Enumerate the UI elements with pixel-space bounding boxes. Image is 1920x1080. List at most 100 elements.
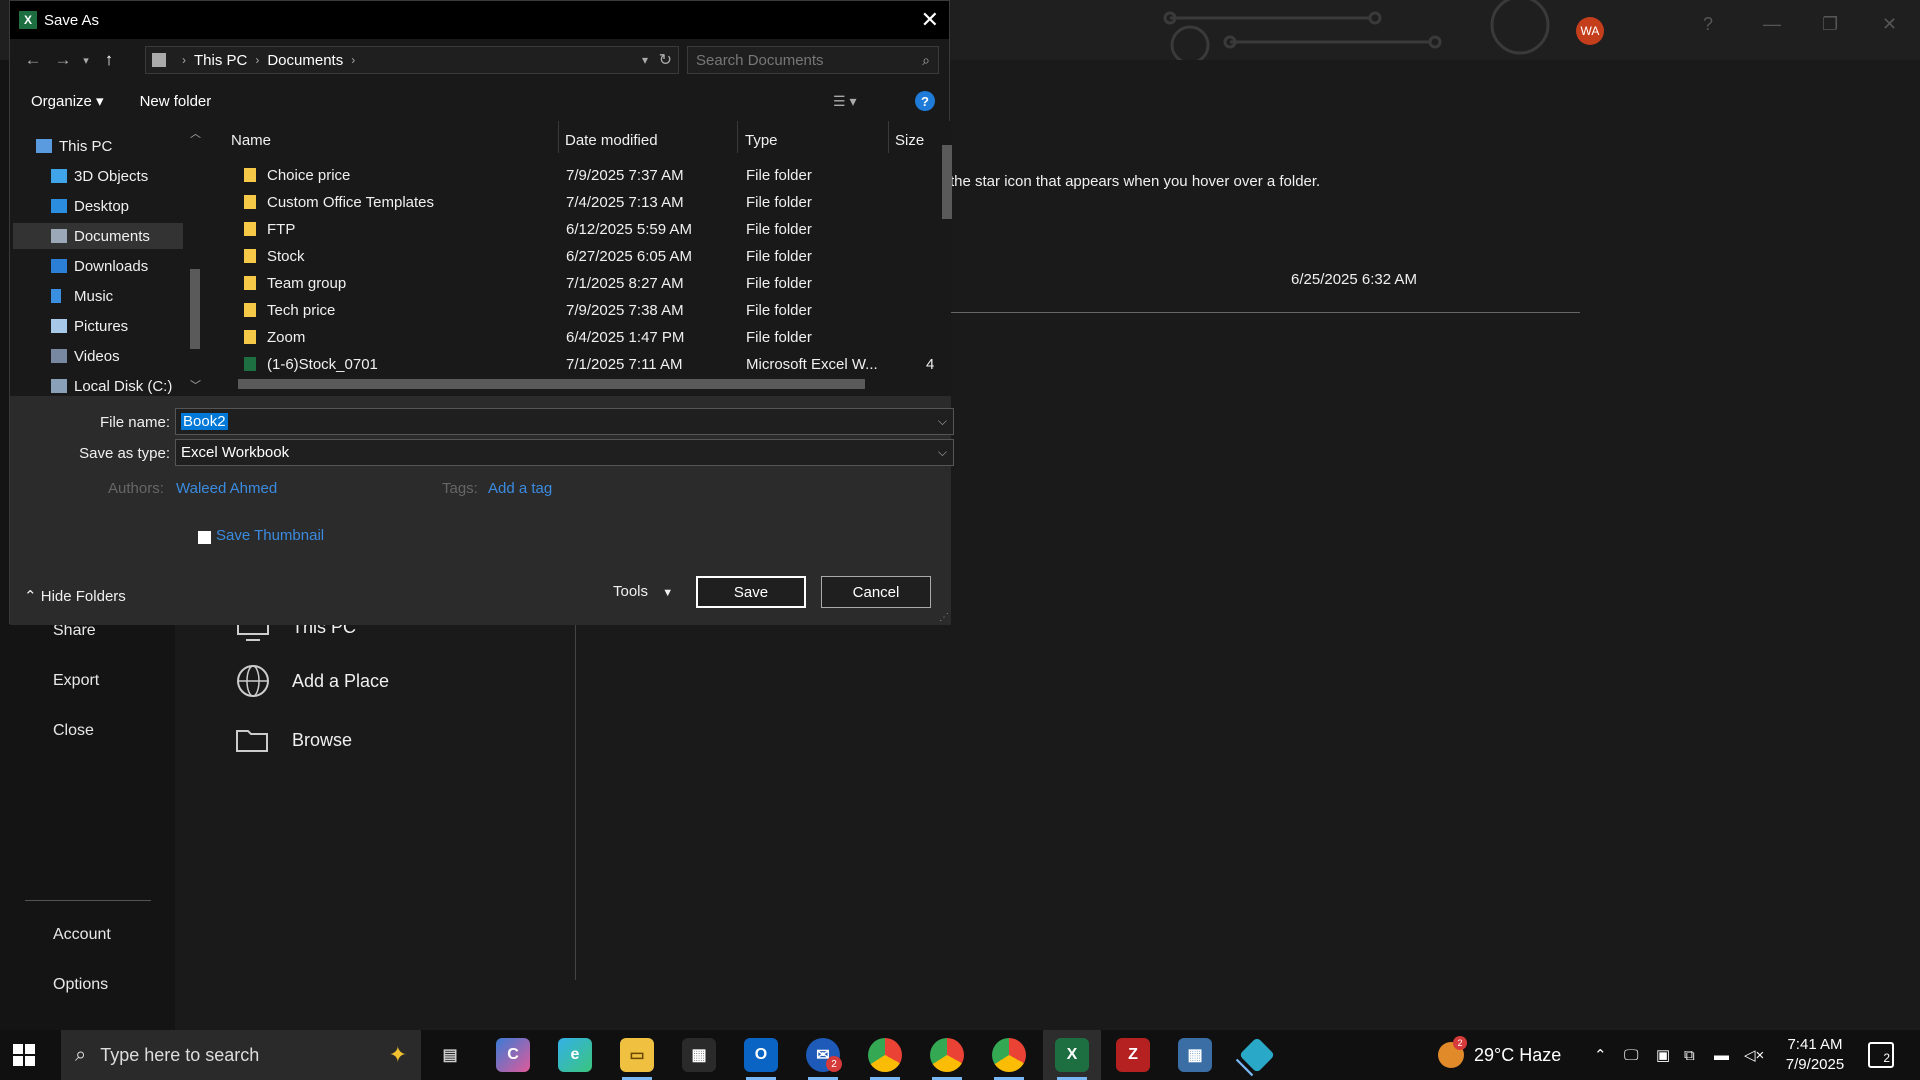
- clock[interactable]: 7:41 AM 7/9/2025: [1770, 1035, 1860, 1075]
- resize-grip-icon[interactable]: ⋰: [939, 612, 949, 623]
- copilot-icon[interactable]: C: [496, 1038, 530, 1072]
- forward-icon[interactable]: →: [48, 50, 78, 70]
- authors-value[interactable]: Waleed Ahmed: [176, 480, 277, 497]
- recent-locations-icon[interactable]: ▾: [78, 54, 94, 67]
- network-icon[interactable]: 🖵: [1624, 1030, 1638, 1080]
- file-row[interactable]: Zoom 6/4/2025 1:47 PM File folder: [216, 324, 936, 351]
- column-header-name[interactable]: Name: [231, 121, 271, 159]
- tools-button[interactable]: Tools ▼: [613, 583, 673, 600]
- display-icon[interactable]: ⧉: [1684, 1030, 1695, 1080]
- nav-scrollbar[interactable]: ︿ ﹀: [186, 121, 202, 393]
- edge-icon[interactable]: e: [558, 1038, 592, 1072]
- address-bar[interactable]: › This PC › Documents › ▾ ↻: [145, 46, 679, 74]
- search-input[interactable]: [696, 51, 896, 69]
- chevron-down-icon[interactable]: ⌵: [938, 445, 947, 460]
- scrollbar-thumb[interactable]: [190, 269, 200, 349]
- restore-icon[interactable]: ❐: [1822, 14, 1838, 35]
- window-close-icon[interactable]: ✕: [1882, 14, 1897, 35]
- chrome-icon[interactable]: [868, 1038, 902, 1080]
- nav-item-desktop[interactable]: Desktop: [10, 193, 182, 219]
- chevron-right-icon[interactable]: ›: [255, 53, 259, 67]
- breadcrumb-this-pc[interactable]: This PC: [194, 52, 247, 69]
- help-icon[interactable]: ?: [1703, 14, 1713, 35]
- windows-start-icon[interactable]: [13, 1044, 35, 1066]
- nav-item-this-pc[interactable]: This PC: [10, 133, 182, 159]
- chevron-down-icon[interactable]: ⌵: [938, 414, 947, 429]
- divider: [950, 312, 1580, 313]
- calculator-icon[interactable]: ▦: [1178, 1038, 1212, 1072]
- file-name-input[interactable]: Book2: [181, 413, 228, 430]
- copilot-sparkle-icon[interactable]: ✦: [389, 1042, 407, 1068]
- file-row[interactable]: Custom Office Templates 7/4/2025 7:13 AM…: [216, 189, 936, 216]
- file-row[interactable]: Stock 6/27/2025 6:05 AM File folder: [216, 243, 936, 270]
- nav-item-music[interactable]: Music: [10, 283, 182, 309]
- chevron-down-icon[interactable]: ﹀: [190, 377, 201, 393]
- search-box[interactable]: ⌕: [687, 46, 939, 74]
- up-icon[interactable]: ↑: [94, 50, 124, 70]
- meet-icon[interactable]: ▣: [1656, 1030, 1670, 1080]
- column-header-date[interactable]: Date modified: [557, 121, 658, 159]
- save-thumbnail-checkbox[interactable]: [198, 531, 211, 544]
- outlook-icon[interactable]: O: [744, 1038, 778, 1080]
- tags-input[interactable]: Add a tag: [488, 480, 552, 497]
- chevron-right-icon[interactable]: ›: [351, 53, 355, 67]
- refresh-icon[interactable]: ↻: [659, 50, 672, 70]
- task-view-icon[interactable]: ▤: [433, 1038, 467, 1072]
- view-options-icon[interactable]: ☰ ▾: [833, 93, 856, 110]
- chevron-down-icon[interactable]: ▾: [642, 53, 648, 67]
- minimize-icon[interactable]: —: [1763, 14, 1781, 35]
- file-list-vscrollbar[interactable]: [940, 121, 954, 361]
- nav-item-downloads[interactable]: Downloads: [10, 253, 182, 279]
- file-row[interactable]: (1-6)Stock_0701 7/1/2025 7:11 AM Microso…: [216, 351, 936, 375]
- help-icon[interactable]: ?: [915, 91, 935, 111]
- new-folder-button[interactable]: New folder: [140, 93, 212, 110]
- file-row[interactable]: FTP 6/12/2025 5:59 AM File folder: [216, 216, 936, 243]
- scrollbar-thumb[interactable]: [942, 145, 952, 219]
- save-button[interactable]: Save: [696, 576, 806, 608]
- file-explorer-icon[interactable]: ▭: [620, 1038, 654, 1080]
- notification-center-icon[interactable]: 2: [1868, 1042, 1894, 1068]
- column-separator[interactable]: [888, 121, 889, 153]
- app-diamond-icon[interactable]: [1238, 1036, 1276, 1074]
- backstage-export[interactable]: Export: [53, 672, 99, 690]
- file-list-hscrollbar[interactable]: [216, 376, 936, 390]
- battery-icon[interactable]: ▬: [1714, 1030, 1729, 1080]
- nav-item-videos[interactable]: Videos: [10, 343, 182, 369]
- back-icon[interactable]: ←: [18, 50, 48, 70]
- column-separator[interactable]: [737, 121, 738, 153]
- chrome-icon[interactable]: [992, 1038, 1026, 1080]
- organize-button[interactable]: Organize ▾: [31, 92, 104, 110]
- file-row[interactable]: Tech price 7/9/2025 7:38 AM File folder: [216, 297, 936, 324]
- file-name-field[interactable]: Book2 ⌵: [175, 408, 954, 435]
- file-row[interactable]: Team group 7/1/2025 8:27 AM File folder: [216, 270, 936, 297]
- volume-muted-icon[interactable]: ◁×: [1744, 1030, 1764, 1080]
- column-header-size[interactable]: Size: [895, 121, 924, 159]
- place-add-a-place[interactable]: Add a Place: [234, 662, 389, 700]
- show-hidden-icons[interactable]: ⌃: [1594, 1030, 1607, 1080]
- chevron-right-icon[interactable]: ›: [182, 53, 186, 67]
- nav-item-pictures[interactable]: Pictures: [10, 313, 182, 339]
- scrollbar-thumb[interactable]: [238, 379, 865, 389]
- nav-item-documents[interactable]: Documents: [13, 223, 183, 249]
- taskbar-search[interactable]: ⌕ ✦: [61, 1030, 421, 1080]
- save-thumbnail-label[interactable]: Save Thumbnail: [216, 527, 324, 544]
- filezilla-icon[interactable]: Z: [1116, 1038, 1150, 1072]
- cancel-button[interactable]: Cancel: [821, 576, 931, 608]
- nav-item-3d-objects[interactable]: 3D Objects: [10, 163, 182, 189]
- place-browse[interactable]: Browse: [234, 721, 352, 759]
- backstage-options[interactable]: Options: [53, 976, 108, 994]
- store-icon[interactable]: ▦: [682, 1038, 716, 1072]
- excel-icon[interactable]: X: [1055, 1038, 1089, 1080]
- chevron-up-icon[interactable]: ︿: [190, 125, 201, 141]
- taskbar-search-input[interactable]: [100, 1044, 331, 1066]
- column-header-type[interactable]: Type: [745, 121, 778, 159]
- backstage-account[interactable]: Account: [53, 926, 111, 944]
- file-row[interactable]: Choice price 7/9/2025 7:37 AM File folde…: [216, 162, 936, 189]
- chrome-icon[interactable]: [930, 1038, 964, 1080]
- save-type-select[interactable]: Excel Workbook ⌵: [175, 439, 954, 466]
- hide-folders-button[interactable]: ⌃ Hide Folders: [24, 587, 126, 605]
- backstage-close[interactable]: Close: [53, 722, 94, 740]
- close-icon[interactable]: ✕: [921, 7, 939, 33]
- avatar[interactable]: WA: [1576, 17, 1604, 45]
- breadcrumb-documents[interactable]: Documents: [267, 52, 343, 69]
